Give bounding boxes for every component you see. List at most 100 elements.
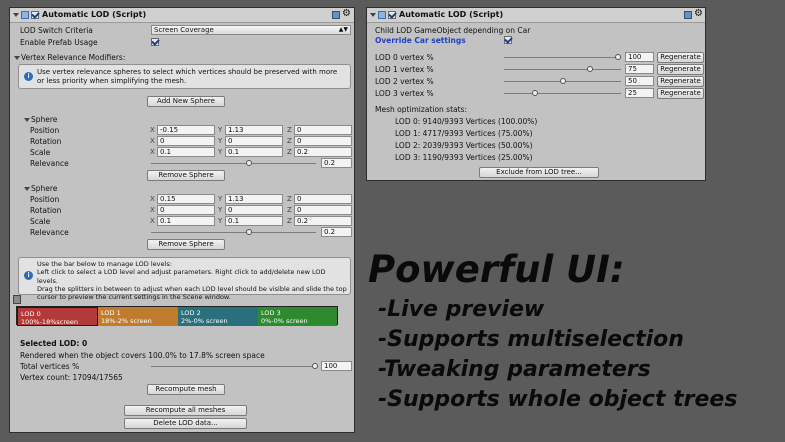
sphere2-rotation-y[interactable]: 0 [225,205,283,215]
lod-segment-name: LOD 3 [261,309,281,317]
lod1-vertex-knob[interactable] [587,66,594,72]
override-checkbox[interactable] [504,36,512,44]
gear-icon[interactable]: ⚙ [342,8,351,19]
total-vertices-knob[interactable] [312,363,318,369]
lod2-vertex-knob[interactable] [559,78,566,84]
sphere2-relevance-track[interactable] [151,232,316,233]
sphere1-relevance-track[interactable] [151,163,316,164]
gear-icon[interactable]: ⚙ [694,8,703,19]
component-enabled-checkbox[interactable] [31,11,39,19]
add-sphere-button[interactable]: Add New Sphere [147,96,225,107]
sphere2-relevance-knob[interactable] [246,229,253,235]
sphere1-position-z[interactable]: 0 [294,125,352,135]
sphere1-scale-z[interactable]: 0.2 [294,147,352,157]
sphere1-position-y[interactable]: 1.13 [225,125,283,135]
remove-sphere-button[interactable]: Remove Sphere [147,239,225,250]
sphere1-rotation-z[interactable]: 0 [294,136,352,146]
vertex-help-text: Use vertex relevance spheres to select w… [37,68,338,85]
promo-bullet: -Live preview [378,297,545,322]
info-icon: i [24,72,33,81]
lod0-vertex-track[interactable] [504,57,621,58]
lod-segment-name: LOD 1 [101,309,121,317]
sphere1-relevance-value[interactable]: 0.2 [321,158,352,168]
lod-segment-range: 2%-0% screen [181,317,228,325]
recompute-all-button[interactable]: Recompute all meshes [124,405,247,416]
selected-lod-label: Selected LOD: 0 [20,339,88,348]
sphere2-scale-z[interactable]: 0.2 [294,216,352,226]
sphere1-position-x[interactable]: -0.15 [157,125,215,135]
lod-help-text: Use the bar below to manage LOD levels: … [37,260,347,302]
stats-line: LOD 1: 4717/9393 Vertices (75.00%) [395,129,533,138]
left-inspector-panel: Automatic LOD (Script) ⚙ LOD Switch Crit… [9,7,355,433]
stats-label: Mesh optimization stats: [375,105,467,114]
switch-criteria-dropdown[interactable]: Screen Coverage ▲▼ [151,25,351,35]
rotation-label: Rotation [30,206,62,215]
switch-criteria-value: Screen Coverage [154,26,214,34]
info-icon: i [24,271,33,280]
lod-bar-segment-1[interactable]: LOD 1 18%-2% screen [98,307,178,326]
promo-bullet: -Supports multiselection [378,327,684,352]
book-icon[interactable] [332,11,340,19]
sphere2-rotation-x[interactable]: 0 [157,205,215,215]
stats-line: LOD 0: 9140/9393 Vertices (100.00%) [395,117,538,126]
sphere2-position-y[interactable]: 1.13 [225,194,283,204]
axis-z-label: Z [287,195,292,203]
lod-bar-segment-3[interactable]: LOD 3 0%-0% screen [258,307,337,326]
lod3-vertex-value[interactable]: 25 [625,88,654,98]
right-inspector-panel: Automatic LOD (Script) ⚙ Child LOD GameO… [366,7,706,181]
lod0-vertex-knob[interactable] [615,54,621,60]
recompute-mesh-button[interactable]: Recompute mesh [147,384,225,395]
promo-title: Powerful UI: [368,248,625,291]
lod2-regenerate-button[interactable]: Regenerate [657,76,704,87]
sphere-foldout-icon[interactable] [24,187,30,191]
foldout-arrow-icon[interactable] [370,13,376,17]
exclude-lod-tree-button[interactable]: Exclude from LOD tree... [479,167,599,178]
sphere2-position-z[interactable]: 0 [294,194,352,204]
lod3-regenerate-button[interactable]: Regenerate [657,88,704,99]
lod1-vertex-track[interactable] [504,69,621,70]
enable-prefab-checkbox[interactable] [151,38,159,46]
lod-bar-segment-2[interactable]: LOD 2 2%-0% screen [178,307,258,326]
axis-z-label: Z [287,126,292,134]
total-vertices-track[interactable] [151,366,316,367]
vertex-relevance-foldout-icon[interactable] [14,56,20,60]
sphere2-scale-y[interactable]: 0.1 [225,216,283,226]
lod1-vertex-value[interactable]: 75 [625,64,654,74]
lod0-vertex-value[interactable]: 100 [625,52,654,62]
axis-x-label: X [150,148,155,156]
sphere2-position-x[interactable]: 0.15 [157,194,215,204]
foldout-arrow-icon[interactable] [13,13,19,17]
sphere2-relevance-value[interactable]: 0.2 [321,227,352,237]
sphere1-rotation-x[interactable]: 0 [157,136,215,146]
total-vertices-value[interactable]: 100 [321,361,352,371]
sphere2-scale-x[interactable]: 0.1 [157,216,215,226]
total-vertices-label: Total vertices % [20,362,80,371]
sphere2-rotation-z[interactable]: 0 [294,205,352,215]
remove-sphere-button[interactable]: Remove Sphere [147,170,225,181]
delete-lod-button[interactable]: Delete LOD data... [124,418,247,429]
vertex-count-text: Vertex count: 17094/17565 [20,373,123,382]
axis-z-label: Z [287,148,292,156]
vertex-help-box: i Use vertex relevance spheres to select… [18,64,351,89]
preview-cursor-icon[interactable] [13,295,21,304]
lod3-vertex-track[interactable] [504,93,621,94]
sphere1-rotation-y[interactable]: 0 [225,136,283,146]
sphere1-scale-y[interactable]: 0.1 [225,147,283,157]
lod-bar[interactable]: LOD 0 100%-18%screen LOD 1 18%-2% screen… [16,306,338,326]
axis-y-label: Y [218,195,223,203]
lod-bar-segment-0[interactable]: LOD 0 100%-18%screen [17,307,98,326]
sphere1-relevance-knob[interactable] [246,160,253,166]
position-label: Position [30,195,60,204]
sphere-title: Sphere [31,184,58,193]
lod3-vertex-knob[interactable] [531,90,538,96]
lod2-vertex-value[interactable]: 50 [625,76,654,86]
lod0-regenerate-button[interactable]: Regenerate [657,52,704,63]
script-icon [378,11,386,19]
lod1-regenerate-button[interactable]: Regenerate [657,64,704,75]
lod0-vertex-label: LOD 0 vertex % [375,53,434,62]
book-icon[interactable] [684,11,692,19]
component-enabled-checkbox[interactable] [388,11,396,19]
sphere1-scale-x[interactable]: 0.1 [157,147,215,157]
sphere-foldout-icon[interactable] [24,118,30,122]
lod-segment-range: 0%-0% screen [261,317,308,325]
